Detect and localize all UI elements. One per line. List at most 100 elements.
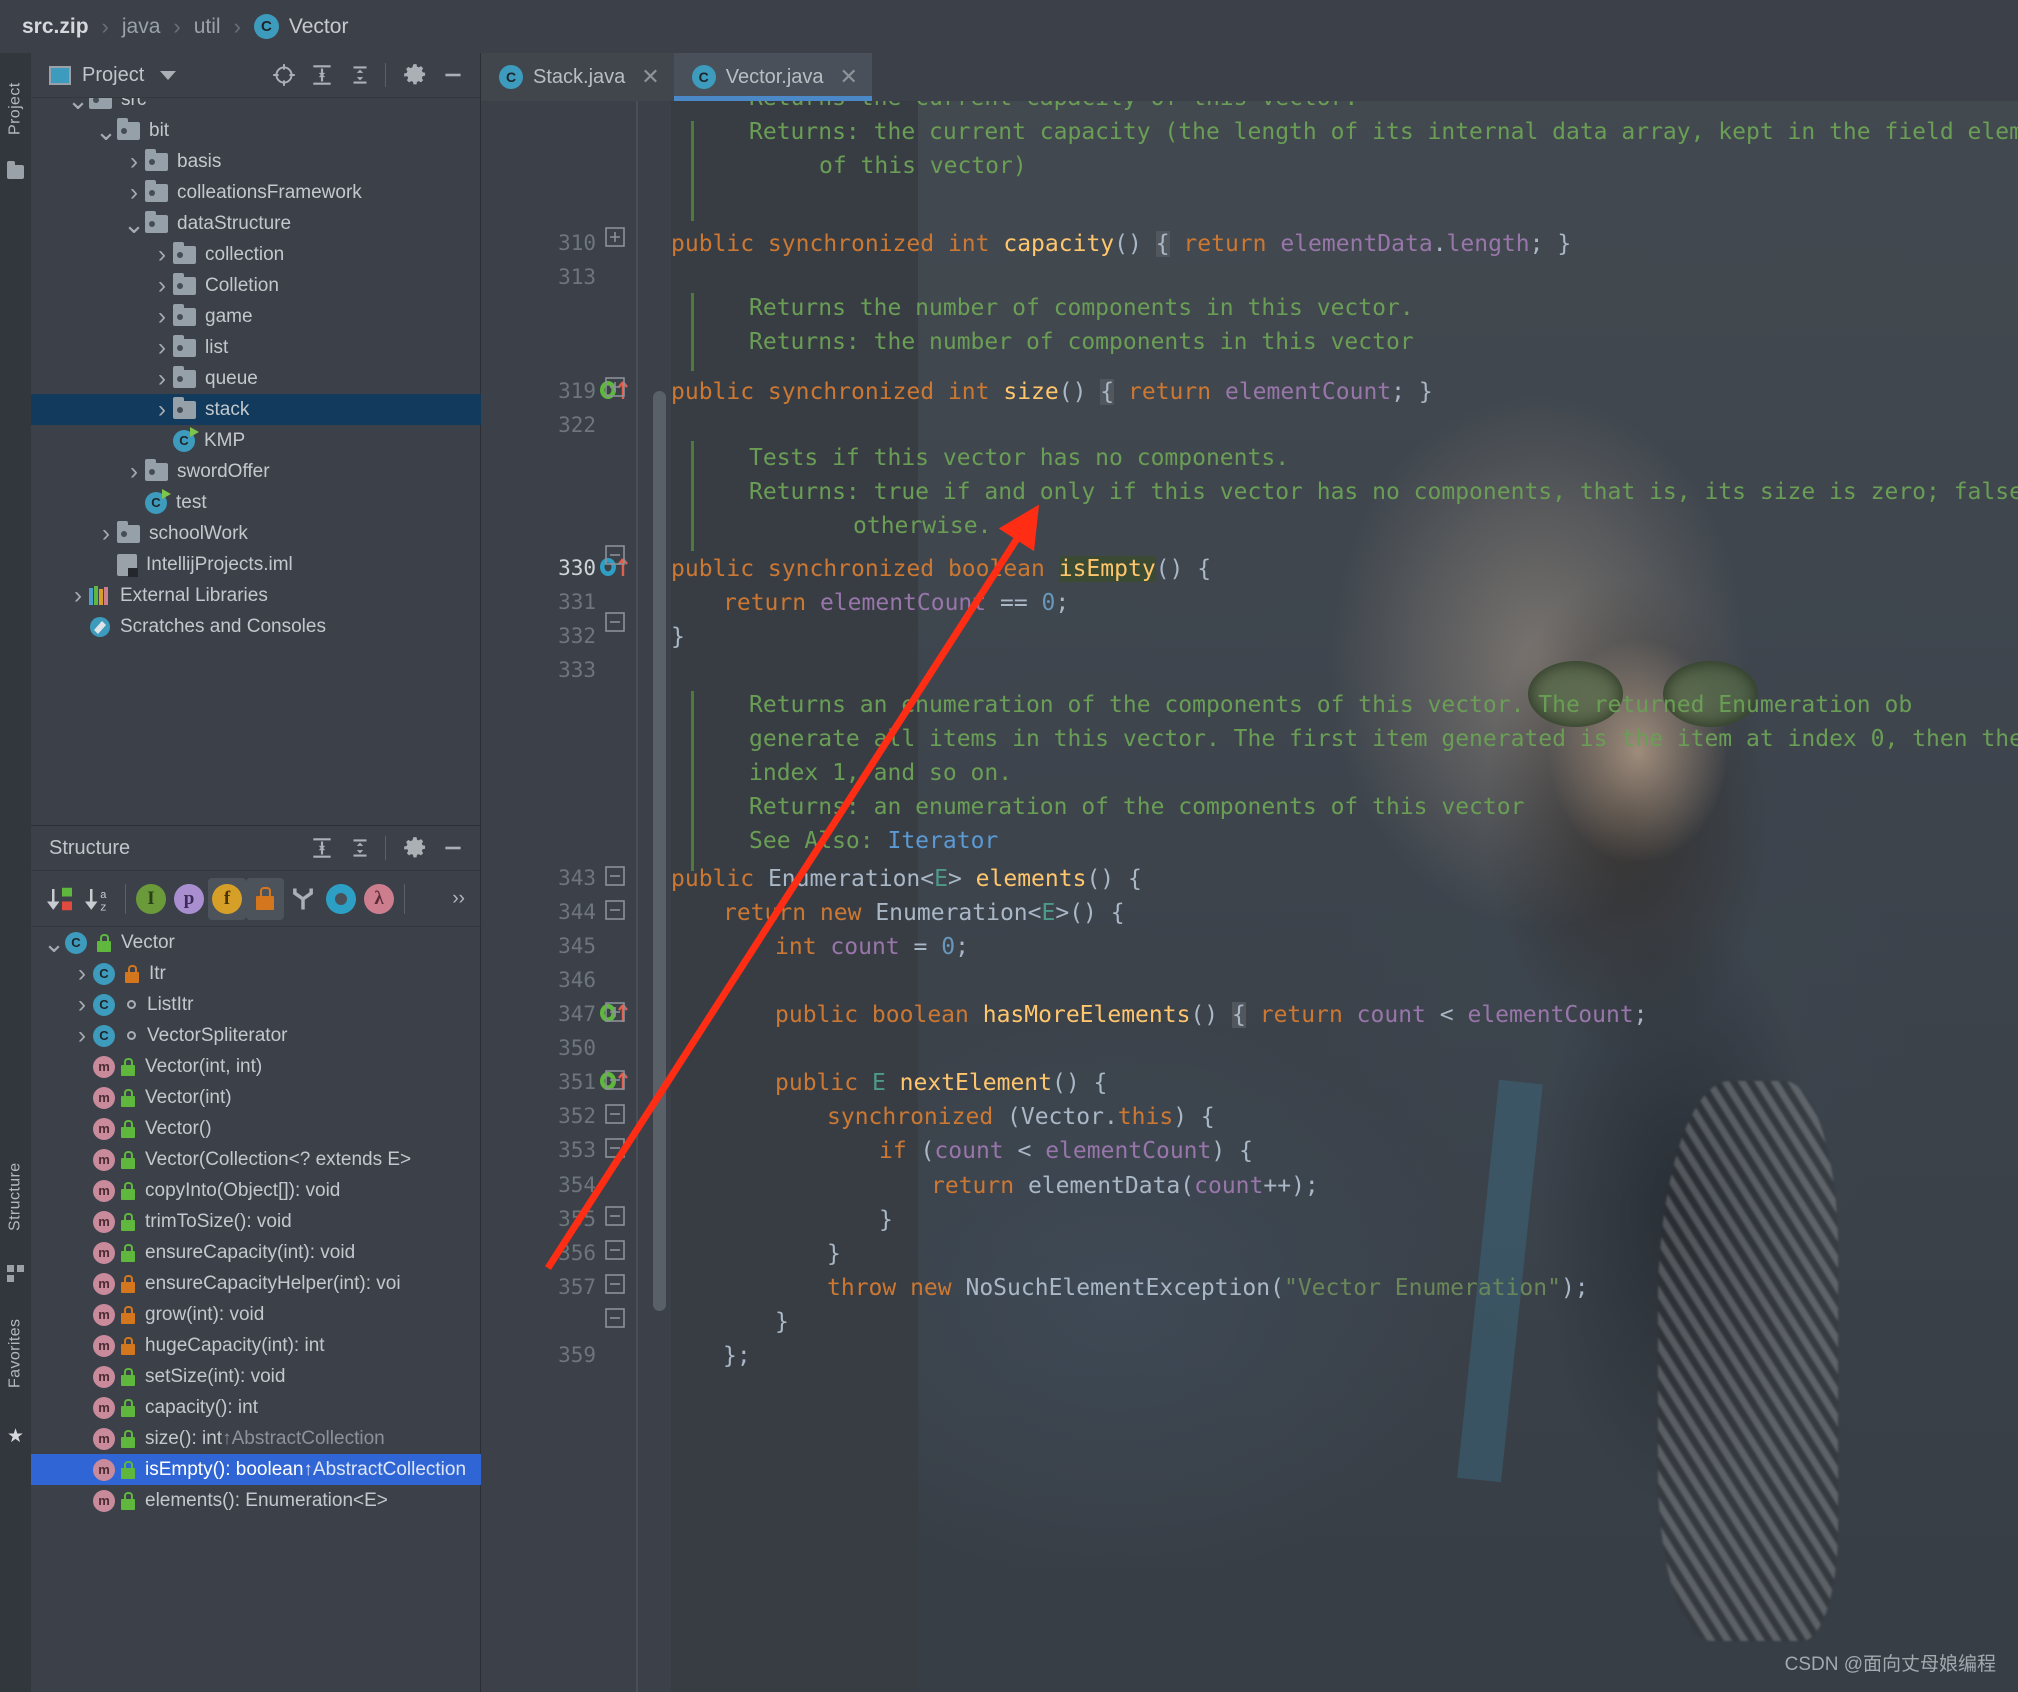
project-tree-item[interactable]: › stack bbox=[31, 394, 481, 425]
structure-tree-item[interactable]: m Vector() bbox=[31, 1113, 481, 1144]
project-tree-item[interactable]: › queue bbox=[31, 363, 481, 394]
minimize-icon[interactable] bbox=[436, 831, 470, 865]
code-text[interactable]: Returns the current capacity of this vec… bbox=[671, 101, 2018, 1692]
project-tree-item[interactable]: › list bbox=[31, 332, 481, 363]
sort-alphabetically-icon[interactable]: a z bbox=[81, 878, 119, 920]
show-anonymous-classes-icon[interactable] bbox=[322, 878, 360, 920]
structure-tree-item[interactable]: m hugeCapacity(int): int bbox=[31, 1330, 481, 1361]
structure-tree-item[interactable]: m Vector(int, int) bbox=[31, 1051, 481, 1082]
chevron-right-icon[interactable]: › bbox=[71, 960, 93, 988]
minimize-icon[interactable] bbox=[436, 58, 470, 92]
tool-button-structure[interactable]: Structure bbox=[0, 1138, 31, 1256]
project-tree-item[interactable]: IntellijProjects.iml bbox=[31, 549, 481, 580]
chevron-down-icon[interactable]: ⌄ bbox=[43, 930, 65, 956]
project-tree-item[interactable]: › game bbox=[31, 301, 481, 332]
structure-tree-item[interactable]: m Vector(int) bbox=[31, 1082, 481, 1113]
structure-tree-item[interactable]: m ensureCapacity(int): void bbox=[31, 1237, 481, 1268]
tool-button-favorites[interactable]: Favorites bbox=[0, 1293, 31, 1413]
vertical-scrollbar[interactable] bbox=[653, 391, 666, 1311]
structure-tree-item[interactable]: ⌄ C Vector bbox=[31, 927, 481, 958]
structure-tree-item[interactable]: m grow(int): void bbox=[31, 1299, 481, 1330]
project-tree-item[interactable]: Scratches and Consoles bbox=[31, 611, 481, 642]
locate-icon[interactable] bbox=[267, 58, 301, 92]
close-icon[interactable]: ✕ bbox=[840, 64, 858, 90]
chevron-down-icon[interactable]: ⌄ bbox=[123, 211, 145, 237]
tool-window-strip: Project Structure Favorites ★ bbox=[0, 53, 31, 1692]
structure-tree-item[interactable]: › C Itr bbox=[31, 958, 481, 989]
structure-tree-item[interactable]: m capacity(): int bbox=[31, 1392, 481, 1423]
structure-tree[interactable]: ⌄ C Vector › C Itr › C ListItr › C VectorSpliterato… bbox=[31, 927, 481, 1692]
chevron-down-icon[interactable] bbox=[160, 70, 177, 80]
project-tree-item[interactable]: › colleationsFramework bbox=[31, 177, 481, 208]
structure-tree-item[interactable]: › C VectorSpliterator bbox=[31, 1020, 481, 1051]
chevron-right-icon[interactable]: › bbox=[123, 458, 145, 486]
close-icon[interactable]: ✕ bbox=[641, 64, 659, 90]
project-tree-item[interactable]: › schoolWork bbox=[31, 518, 481, 549]
overridden-method-marker-icon[interactable] bbox=[599, 554, 639, 580]
show-non-public-icon[interactable] bbox=[246, 877, 284, 920]
gear-icon[interactable] bbox=[398, 831, 432, 865]
line-number: 351 bbox=[558, 1070, 596, 1094]
editor-tab[interactable]: C Vector.java ✕ bbox=[673, 53, 873, 101]
project-tree-item[interactable]: › Colletion bbox=[31, 270, 481, 301]
editor-gutter[interactable] bbox=[481, 101, 671, 1692]
folder-icon bbox=[173, 241, 196, 264]
structure-tree-item[interactable]: m Vector(Collection<? extends E> bbox=[31, 1144, 481, 1175]
chevron-right-icon[interactable]: › bbox=[123, 148, 145, 176]
show-properties-icon[interactable]: p bbox=[170, 878, 208, 920]
chevron-right-icon[interactable]: › bbox=[95, 520, 117, 548]
structure-tree-item[interactable]: m ensureCapacityHelper(int): voi bbox=[31, 1268, 481, 1299]
show-inherited-icon[interactable]: I bbox=[132, 878, 170, 920]
project-tree-item[interactable]: Ctest bbox=[31, 487, 481, 518]
structure-tree-item[interactable]: › C ListItr bbox=[31, 989, 481, 1020]
project-tree[interactable]: ⌄ src ⌄ bit › basis › colleationsFramework ⌄ data… bbox=[31, 98, 481, 825]
project-tree-item[interactable]: ⌄ dataStructure bbox=[31, 208, 481, 239]
project-tree-item[interactable]: › collection bbox=[31, 239, 481, 270]
chevron-right-icon[interactable]: › bbox=[151, 241, 173, 269]
structure-tree-item[interactable]: m trimToSize(): void bbox=[31, 1206, 481, 1237]
show-lambdas-icon[interactable]: λ bbox=[360, 878, 398, 920]
implemented-method-marker-icon[interactable] bbox=[599, 1000, 639, 1026]
implemented-method-marker-icon[interactable] bbox=[599, 377, 639, 403]
chevron-right-icon[interactable]: › bbox=[151, 365, 173, 393]
breadcrumb-item-vector[interactable]: Vector bbox=[289, 15, 349, 39]
chevron-right-icon[interactable]: › bbox=[123, 179, 145, 207]
tool-button-project[interactable]: Project bbox=[0, 61, 31, 157]
chevron-down-icon[interactable]: ⌄ bbox=[95, 118, 117, 144]
structure-tree-item[interactable]: m setSize(int): void bbox=[31, 1361, 481, 1392]
structure-tree-item[interactable]: m isEmpty(): boolean ↑AbstractCollection bbox=[31, 1454, 481, 1485]
show-fields-icon[interactable]: f bbox=[208, 877, 246, 920]
chevron-right-icon[interactable]: › bbox=[71, 991, 93, 1019]
expand-all-icon[interactable] bbox=[305, 58, 339, 92]
editor-body[interactable]: 310 313 319 322 330 331 332 333 343 344 345 346 347 3… bbox=[481, 101, 2018, 1692]
breadcrumb-item-src[interactable]: src.zip bbox=[22, 15, 89, 39]
project-tree-item[interactable]: ⌄ src bbox=[31, 98, 481, 115]
expand-all-icon[interactable] bbox=[305, 831, 339, 865]
implemented-method-marker-icon[interactable] bbox=[599, 1068, 639, 1094]
breadcrumb-item-util[interactable]: util bbox=[194, 15, 221, 39]
sort-by-visibility-icon[interactable] bbox=[43, 878, 81, 920]
structure-tree-item[interactable]: m copyInto(Object[]): void bbox=[31, 1175, 481, 1206]
chevron-right-icon[interactable]: › bbox=[151, 334, 173, 362]
collapse-all-icon[interactable] bbox=[343, 58, 377, 92]
group-by-type-icon[interactable] bbox=[284, 878, 322, 920]
gear-icon[interactable] bbox=[398, 58, 432, 92]
chevron-right-icon[interactable]: › bbox=[71, 1022, 93, 1050]
project-tree-item[interactable]: › swordOffer bbox=[31, 456, 481, 487]
project-tree-item[interactable]: ⌄ bit bbox=[31, 115, 481, 146]
chevron-down-icon[interactable]: ⌄ bbox=[67, 98, 89, 113]
project-tree-item[interactable]: › External Libraries bbox=[31, 580, 481, 611]
structure-tree-item[interactable]: m size(): int ↑AbstractCollection bbox=[31, 1423, 481, 1454]
chevron-right-icon[interactable]: › bbox=[151, 303, 173, 331]
toolbar-overflow-icon[interactable]: ›› bbox=[452, 888, 465, 910]
breadcrumb-item-java[interactable]: java bbox=[122, 15, 161, 39]
chevron-right-icon[interactable]: › bbox=[67, 582, 89, 610]
chevron-right-icon[interactable]: › bbox=[151, 272, 173, 300]
editor-tab[interactable]: C Stack.java ✕ bbox=[481, 53, 674, 101]
collapse-all-icon[interactable] bbox=[343, 831, 377, 865]
chevron-right-icon[interactable]: › bbox=[151, 396, 173, 424]
project-tree-item[interactable]: › basis bbox=[31, 146, 481, 177]
structure-tree-item[interactable]: m elements(): Enumeration<E> bbox=[31, 1485, 481, 1516]
project-tree-item[interactable]: C KMP bbox=[31, 425, 481, 456]
code-line: index 1, and so on. bbox=[749, 760, 1013, 786]
